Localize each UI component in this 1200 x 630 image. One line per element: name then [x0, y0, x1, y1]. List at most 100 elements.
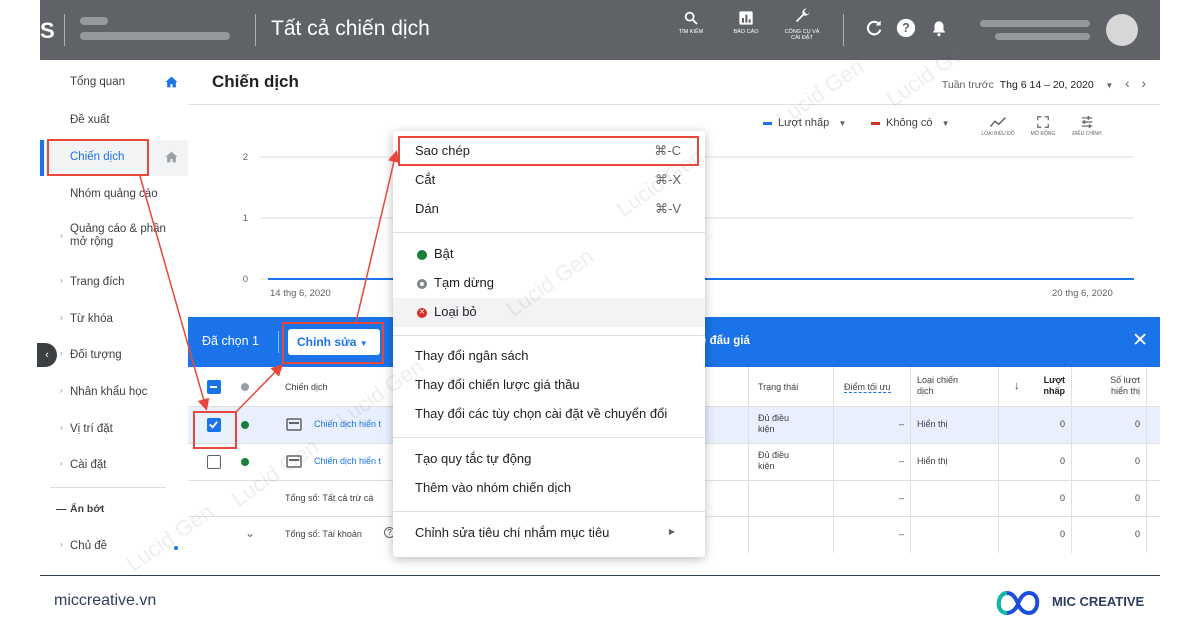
column-divider [910, 367, 911, 553]
menu-item-enable[interactable]: Bật [393, 240, 705, 269]
menu-divider [393, 232, 705, 233]
campaign-name-link[interactable]: Chiến dịch hiển t [314, 419, 381, 429]
menu-divider [393, 511, 705, 512]
edit-context-menu: Sao chép ⌘-C Cắt ⌘-X Dán ⌘-V Bật Tạm dừng ✕… [393, 131, 705, 557]
sidebar-item-topics[interactable]: › Chủ đề [40, 540, 188, 558]
footer-divider [40, 575, 1160, 576]
campaign-name-link[interactable]: Chiến dịch hiển t [314, 456, 381, 466]
status-line: Đủ điều [758, 413, 790, 423]
mic-creative-logo-icon [996, 590, 1040, 616]
column-divider [833, 367, 834, 553]
menu-item-label: Bật [434, 246, 454, 261]
menu-item-change-bid-strategy[interactable]: Thay đổi chiến lược giá thầu [393, 371, 705, 400]
search-button[interactable]: TÌM KIẾM [668, 8, 714, 35]
sidebar-item-placements[interactable]: › Vị trí đặt [40, 423, 188, 441]
account-id-blurred[interactable] [80, 32, 230, 40]
bid-strategy-text[interactable]: ề đấu giá [700, 335, 750, 347]
date-range-picker[interactable]: Tuần trước Thg 6 14 – 20, 2020 ▼ ‹ › [942, 75, 1146, 91]
sidebar-item-recommendations[interactable]: Đề xuất [40, 114, 188, 132]
menu-item-remove[interactable]: ✕ Loại bỏ [393, 298, 705, 327]
sidebar-show-less[interactable]: — Ẩn bớt [40, 503, 188, 521]
column-header-clicks[interactable]: Lượt nhấp [1023, 375, 1066, 397]
minus-icon: — [56, 503, 67, 515]
sidebar-item-label-line1: Quảng cáo & phần [70, 223, 166, 235]
clicks-value: 0 [1059, 456, 1065, 466]
menu-item-add-to-group[interactable]: Thêm vào nhóm chiến dịch [393, 474, 705, 503]
header-line: nhấp [1043, 386, 1066, 396]
close-icon[interactable]: ✕ [1132, 329, 1148, 352]
tools-label-line2: CÀI ĐẶT [791, 35, 813, 41]
row-checkbox[interactable] [207, 455, 221, 469]
sidebar-item-ads-extensions[interactable]: › Quảng cáo & phần mở rộng [40, 223, 188, 255]
status-line: Đủ điều [758, 450, 790, 460]
home-icon [165, 151, 178, 163]
sidebar-item-ad-groups[interactable]: Nhóm quảng cáo [40, 188, 188, 206]
impressions-value: 0 [1134, 529, 1140, 539]
column-header-impressions[interactable]: Số lượt hiển thị [1088, 375, 1140, 397]
divider [278, 331, 279, 353]
submenu-arrow-icon: ▶ [668, 527, 675, 536]
sidebar-item-label: Nhân khẩu học [70, 386, 148, 398]
user-name-blurred [980, 20, 1090, 27]
menu-item-targeting[interactable]: Chỉnh sửa tiêu chí nhắm mục tiêu ▶ [393, 519, 705, 548]
shortcut-label: ⌘-X [655, 172, 681, 187]
highlight-row-checkbox [193, 411, 237, 449]
optimization-score: – [898, 456, 904, 466]
notifications-icon[interactable] [930, 18, 948, 38]
menu-item-label: Tạo quy tắc tự động [415, 451, 532, 466]
chevron-right-icon: › [60, 423, 63, 432]
sidebar-item-label: Từ khóa [70, 313, 113, 325]
impressions-value: 0 [1134, 493, 1140, 503]
svg-text:?: ? [902, 21, 910, 35]
new-indicator-dot [174, 546, 178, 550]
column-header-campaign-type[interactable]: Loại chiến dịch [917, 375, 958, 397]
removed-status-icon: ✕ [417, 308, 427, 318]
refresh-icon[interactable] [864, 18, 884, 38]
optimization-score: – [898, 493, 904, 503]
chevron-down-icon[interactable]: ⌄ [245, 526, 255, 540]
menu-divider [393, 437, 705, 438]
menu-item-cut[interactable]: Cắt ⌘-X [393, 166, 705, 195]
chevron-right-icon: › [60, 459, 63, 468]
sidebar-item-settings[interactable]: › Cài đặt [40, 459, 188, 477]
chevron-right-icon: › [60, 349, 63, 358]
y-tick-label: 1 [243, 213, 248, 224]
menu-item-create-rule[interactable]: Tạo quy tắc tự động [393, 445, 705, 474]
avatar[interactable] [1106, 14, 1138, 46]
optimization-score: – [898, 419, 904, 429]
sidebar-item-label: Chủ đề [70, 540, 108, 552]
brand-partial: S [40, 18, 55, 43]
header-line: hiển thị [1110, 386, 1140, 396]
column-header-optimization-score[interactable]: Điểm tối ưu [844, 382, 891, 393]
menu-item-pause[interactable]: Tạm dừng [393, 269, 705, 298]
reports-button[interactable]: BÁO CÁO [723, 8, 769, 35]
clicks-value: 0 [1059, 419, 1065, 429]
prev-period-icon[interactable]: ‹ [1125, 75, 1130, 91]
sidebar-item-keywords[interactable]: › Từ khóa [40, 313, 188, 331]
page-title-all-campaigns: Tất cả chiến dịch [271, 17, 430, 40]
next-period-icon[interactable]: › [1141, 75, 1146, 91]
select-all-checkbox[interactable] [207, 380, 221, 394]
menu-item-conversion-settings[interactable]: Thay đổi các tùy chọn cài đặt về chuyển … [393, 400, 705, 429]
highlight-copy-item [398, 136, 699, 166]
chevron-right-icon: › [60, 276, 63, 285]
menu-item-paste[interactable]: Dán ⌘-V [393, 195, 705, 224]
x-axis-end-label: 20 thg 6, 2020 [1052, 288, 1113, 299]
sidebar-item-landing-pages[interactable]: › Trang đích [40, 276, 188, 294]
column-header-status[interactable]: Trạng thái [758, 382, 798, 392]
column-header-campaign[interactable]: Chiến dịch [285, 382, 328, 392]
campaign-type: Hiển thị [917, 419, 948, 429]
sidebar-item-overview[interactable]: Tổng quan [40, 76, 188, 94]
page-header: Chiến dịch Tuần trước Thg 6 14 – 20, 202… [188, 60, 1160, 105]
account-name-blurred[interactable] [80, 17, 108, 25]
home-icon [165, 76, 178, 88]
divider [843, 14, 844, 46]
menu-item-change-budget[interactable]: Thay đổi ngân sách [393, 342, 705, 371]
sidebar-item-demographics[interactable]: › Nhân khẩu học [40, 386, 188, 404]
reports-icon [739, 11, 753, 25]
tools-settings-button[interactable]: CÔNG CỤ VÀ CÀI ĐẶT [779, 4, 825, 41]
sort-arrow-icon[interactable]: ↓ [1014, 380, 1020, 392]
sidebar-item-label: Đề xuất [70, 114, 110, 126]
sidebar-item-audiences[interactable]: › Đối tượng [40, 349, 188, 367]
help-icon[interactable]: ? [896, 18, 916, 38]
